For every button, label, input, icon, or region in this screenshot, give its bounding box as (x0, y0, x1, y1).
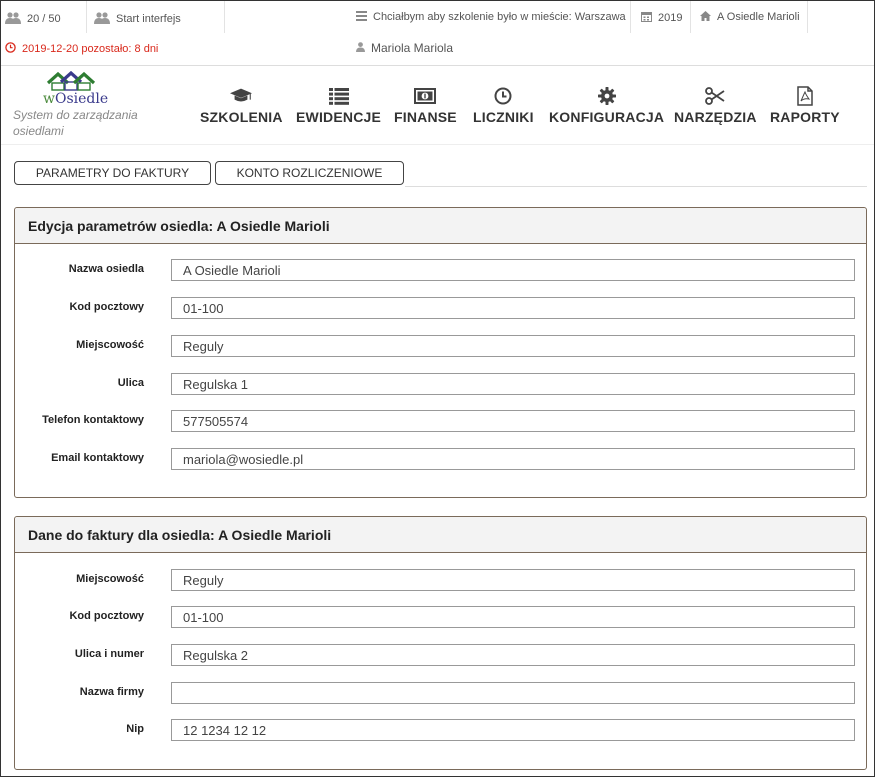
users-icon (94, 12, 110, 26)
tab-settlement-account[interactable]: KONTO ROZLICZENIOWE (215, 161, 404, 185)
nav-label: NARZĘDZIA (674, 109, 757, 125)
header-divider (1, 144, 874, 145)
gear-icon (596, 85, 618, 107)
logo-w: w (43, 91, 55, 107)
street-input[interactable] (171, 373, 855, 395)
field-label: Kod pocztowy (69, 301, 144, 313)
tab-invoice-params[interactable]: PARAMETRY DO FAKTURY (14, 161, 211, 185)
form-row-nip: Nip (15, 719, 866, 741)
street-number-input[interactable] (171, 644, 855, 666)
users-count-text: 20 / 50 (27, 13, 61, 25)
postal-code-input[interactable] (171, 297, 855, 319)
home-icon (700, 11, 711, 23)
divider (630, 1, 631, 33)
top-bar: 20 / 50 Start interfejs Chciałbym aby sz… (1, 1, 874, 66)
panel-title: Dane do faktury dla osiedla: A Osiedle M… (15, 517, 866, 553)
divider (807, 1, 808, 33)
nav-item-szkolenia[interactable]: SZKOLENIA (200, 85, 283, 125)
email-input[interactable] (171, 448, 855, 470)
scissors-icon (704, 85, 726, 107)
field-label: Email kontaktowy (51, 452, 144, 464)
phone-input[interactable] (171, 410, 855, 432)
nav-item-ewidencje[interactable]: EWIDENCJE (296, 85, 381, 125)
invoice-data-panel: Dane do faktury dla osiedla: A Osiedle M… (14, 516, 867, 770)
start-interface-link[interactable]: Start interfejs (94, 12, 181, 26)
field-label: Ulica i numer (74, 648, 144, 660)
tabs-underline (405, 186, 867, 187)
divider (86, 1, 87, 33)
menu-lines-icon (356, 11, 367, 23)
nav-label: FINANSE (394, 109, 457, 125)
money-icon (414, 85, 437, 107)
field-label: Kod pocztowy (69, 610, 144, 622)
training-city-link[interactable]: Chciałbym aby szkolenie było w mieście: … (356, 11, 626, 23)
form-row-email: Email kontaktowy (15, 448, 866, 470)
form-row-phone: Telefon kontaktowy (15, 410, 866, 432)
nav-item-liczniki[interactable]: LICZNIKI (473, 85, 534, 125)
calendar-icon (641, 11, 652, 24)
expiry-text: 2019-12-20 pozostało: 8 dni (22, 42, 159, 55)
form-row-street: Ulica (15, 373, 866, 395)
nav-label: KONFIGURACJA (549, 109, 665, 125)
invoice-city-input[interactable] (171, 569, 855, 591)
panel-title: Edycja parametrów osiedla: A Osiedle Mar… (15, 208, 866, 244)
start-interface-label: Start interfejs (116, 13, 181, 25)
list-icon (328, 85, 350, 107)
field-label: Miejscowość (76, 573, 144, 585)
graduation-cap-icon (230, 85, 253, 107)
form-row-estate-name: Nazwa osiedla (15, 259, 866, 281)
divider (224, 1, 225, 33)
form-row-invoice-city: Miejscowość (15, 569, 866, 591)
estate-selector[interactable]: A Osiedle Marioli (700, 11, 800, 23)
subscription-expiry: 2019-12-20 pozostało: 8 dni (5, 42, 158, 55)
nav-item-konfiguracja[interactable]: KONFIGURACJA (549, 85, 664, 125)
field-label: Nazwa osiedla (68, 263, 144, 275)
form-row-postal-code: Kod pocztowy (15, 297, 866, 319)
logo-osiedle: Osiedle (54, 91, 109, 107)
user-menu[interactable]: Mariola Mariola (356, 41, 453, 55)
city-input[interactable] (171, 335, 855, 357)
users-icon (5, 12, 21, 26)
field-label: Nazwa firmy (79, 686, 144, 698)
nav-label: EWIDENCJE (296, 109, 382, 125)
training-city-text: Chciałbym aby szkolenie było w mieście: … (373, 11, 626, 23)
tagline: System do zarządzania osiedlami (13, 108, 138, 138)
form-row-invoice-postal-code: Kod pocztowy (15, 606, 866, 628)
estate-name-text: A Osiedle Marioli (717, 11, 800, 23)
user-icon (356, 42, 365, 54)
estate-name-input[interactable] (171, 259, 855, 281)
nav-label: LICZNIKI (473, 109, 534, 125)
logo-wordmark: wOsiedle (43, 91, 108, 107)
form-row-street-number: Ulica i numer (15, 644, 866, 666)
clock-icon (492, 85, 514, 107)
field-label: Telefon kontaktowy (42, 414, 144, 426)
pdf-icon (794, 85, 816, 107)
field-label: Miejscowość (76, 339, 144, 351)
invoice-postal-code-input[interactable] (171, 606, 855, 628)
user-name-text: Mariola Mariola (371, 41, 454, 55)
nav-item-narzedzia[interactable]: NARZĘDZIA (674, 85, 757, 125)
company-name-input[interactable] (171, 682, 855, 704)
nav-label: SZKOLENIA (200, 109, 283, 125)
app-window: 20 / 50 Start interfejs Chciałbym aby sz… (0, 0, 875, 777)
field-label: Nip (126, 723, 144, 735)
form-row-company-name: Nazwa firmy (15, 682, 866, 704)
nip-input[interactable] (171, 719, 855, 741)
divider (690, 1, 691, 33)
nav-label: RAPORTY (770, 109, 840, 125)
form-row-city: Miejscowość (15, 335, 866, 357)
users-counter[interactable]: 20 / 50 (5, 12, 61, 26)
estate-params-panel: Edycja parametrów osiedla: A Osiedle Mar… (14, 207, 867, 498)
nav-item-raporty[interactable]: RAPORTY (770, 85, 840, 125)
year-text: 2019 (658, 11, 683, 24)
year-selector[interactable]: 2019 (641, 11, 682, 24)
clock-icon (5, 42, 16, 55)
field-label: Ulica (117, 377, 144, 389)
nav-item-finanse[interactable]: FINANSE (394, 85, 457, 125)
